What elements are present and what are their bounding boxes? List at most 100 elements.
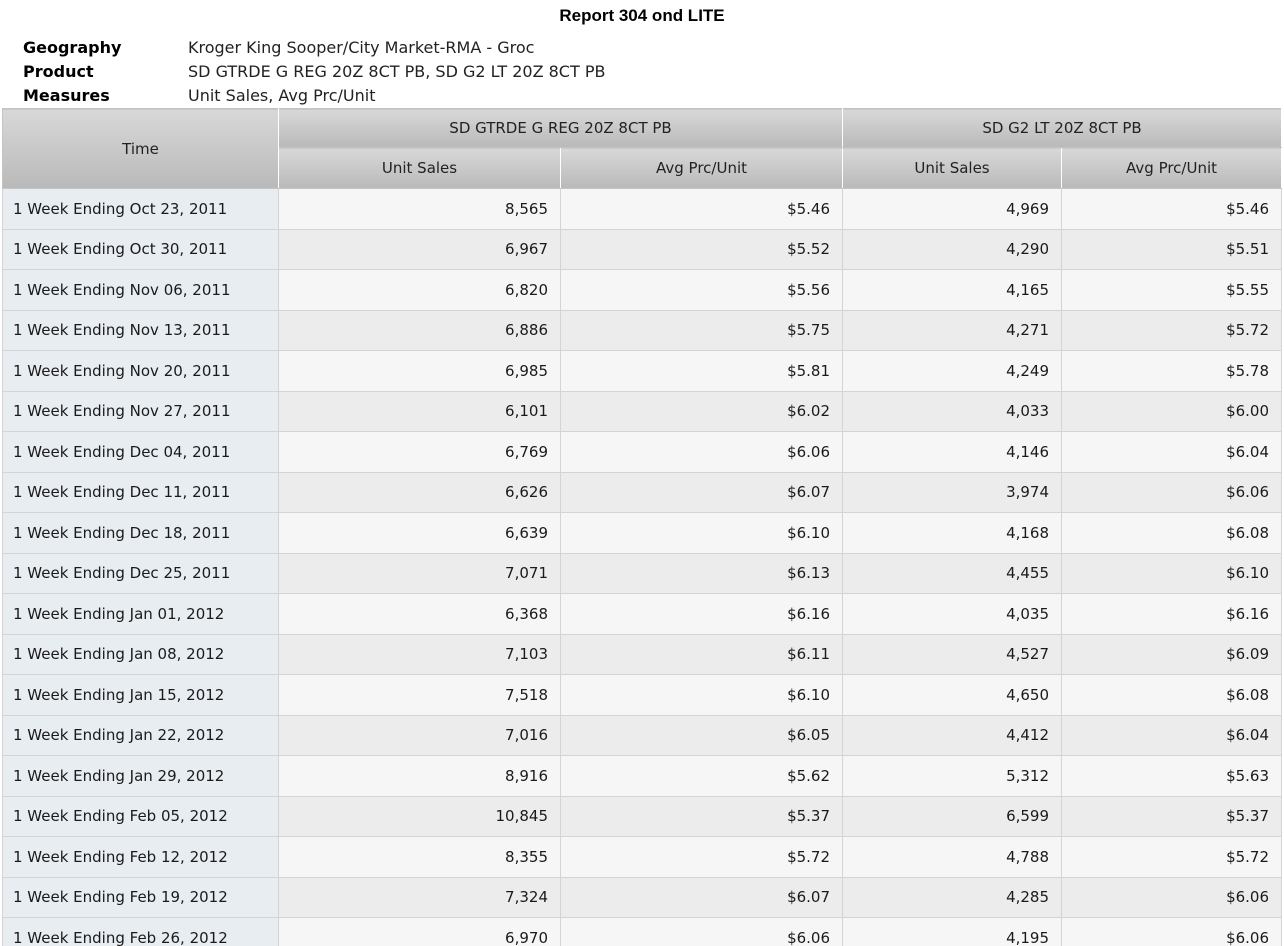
avg-price-cell: $5.52 <box>559 228 844 270</box>
unit-sales-cell: 4,650 <box>842 674 1063 716</box>
avg-price-cell: $6.08 <box>1061 512 1283 554</box>
avg-price-cell: $6.06 <box>559 431 844 473</box>
report-criteria: Geography Kroger King Sooper/City Market… <box>23 36 605 108</box>
criteria-label: Measures <box>23 86 110 105</box>
row-header-time: 1 Week Ending Nov 27, 2011 <box>2 390 279 432</box>
unit-sales-cell: 6,820 <box>278 269 561 311</box>
unit-sales-cell: 7,071 <box>278 552 561 594</box>
unit-sales-cell: 4,249 <box>842 350 1063 392</box>
criteria-measures: Measures Unit Sales, Avg Prc/Unit <box>23 84 605 108</box>
criteria-value: Unit Sales, Avg Prc/Unit <box>188 86 376 105</box>
table-row: 1 Week Ending Dec 25, 2011 7,071 $6.13 4,45… <box>2 552 1283 594</box>
row-header-time: 1 Week Ending Nov 20, 2011 <box>2 350 279 392</box>
unit-sales-cell: 4,146 <box>842 431 1063 473</box>
avg-price-cell: $5.81 <box>559 350 844 392</box>
avg-price-cell: $6.02 <box>559 390 844 432</box>
unit-sales-cell: 4,033 <box>842 390 1063 432</box>
avg-price-cell: $6.05 <box>559 714 844 756</box>
criteria-product: Product SD GTRDE G REG 20Z 8CT PB, SD G2… <box>23 60 605 84</box>
measure-header[interactable]: Avg Prc/Unit <box>559 147 844 189</box>
row-header-time: 1 Week Ending Feb 12, 2012 <box>2 836 279 878</box>
unit-sales-cell: 5,312 <box>842 755 1063 797</box>
table-row: 1 Week Ending Feb 19, 2012 7,324 $6.07 4,28… <box>2 876 1283 918</box>
column-header-time[interactable]: Time <box>2 108 279 189</box>
measure-header[interactable]: Avg Prc/Unit <box>1061 147 1283 189</box>
unit-sales-cell: 7,324 <box>278 876 561 918</box>
unit-sales-cell: 6,769 <box>278 431 561 473</box>
avg-price-cell: $6.10 <box>559 512 844 554</box>
table-row: 1 Week Ending Nov 27, 2011 6,101 $6.02 4,03… <box>2 390 1283 432</box>
avg-price-cell: $6.06 <box>559 917 844 946</box>
criteria-value: Kroger King Sooper/City Market-RMA - Gro… <box>188 38 535 57</box>
row-header-time: 1 Week Ending Jan 01, 2012 <box>2 593 279 635</box>
avg-price-cell: $6.16 <box>559 593 844 635</box>
product-header[interactable]: SD GTRDE G REG 20Z 8CT PB <box>277 108 844 148</box>
measure-header[interactable]: Unit Sales <box>278 147 561 189</box>
avg-price-cell: $6.11 <box>559 633 844 675</box>
table-row: 1 Week Ending Jan 01, 2012 6,368 $6.16 4,03… <box>2 593 1283 635</box>
row-header-time: 1 Week Ending Jan 08, 2012 <box>2 633 279 675</box>
avg-price-cell: $6.08 <box>1061 674 1283 716</box>
product-header[interactable]: SD G2 LT 20Z 8CT PB <box>842 108 1283 148</box>
row-header-time: 1 Week Ending Dec 18, 2011 <box>2 512 279 554</box>
avg-price-cell: $5.56 <box>559 269 844 311</box>
avg-price-cell: $6.06 <box>1061 876 1283 918</box>
avg-price-cell: $5.75 <box>559 309 844 351</box>
unit-sales-cell: 6,967 <box>278 228 561 270</box>
criteria-label: Geography <box>23 38 122 57</box>
avg-price-cell: $5.46 <box>559 188 844 230</box>
avg-price-cell: $5.62 <box>559 755 844 797</box>
avg-price-cell: $6.07 <box>559 471 844 513</box>
unit-sales-cell: 6,886 <box>278 309 561 351</box>
avg-price-cell: $5.78 <box>1061 350 1283 392</box>
unit-sales-cell: 10,845 <box>278 795 561 837</box>
table-row: 1 Week Ending Jan 22, 2012 7,016 $6.05 4,41… <box>2 714 1283 756</box>
table-row: 1 Week Ending Dec 04, 2011 6,769 $6.06 4,14… <box>2 431 1283 473</box>
unit-sales-cell: 4,969 <box>842 188 1063 230</box>
unit-sales-cell: 6,101 <box>278 390 561 432</box>
unit-sales-cell: 4,412 <box>842 714 1063 756</box>
avg-price-cell: $5.46 <box>1061 188 1283 230</box>
grid-body: 1 Week Ending Oct 23, 2011 8,565 $5.46 4,96… <box>2 188 1283 946</box>
avg-price-cell: $5.63 <box>1061 755 1283 797</box>
measure-header[interactable]: Unit Sales <box>842 147 1063 189</box>
unit-sales-cell: 7,103 <box>278 633 561 675</box>
avg-price-cell: $6.10 <box>1061 552 1283 594</box>
row-header-time: 1 Week Ending Dec 11, 2011 <box>2 471 279 513</box>
unit-sales-cell: 3,974 <box>842 471 1063 513</box>
avg-price-cell: $6.04 <box>1061 714 1283 756</box>
unit-sales-cell: 6,626 <box>278 471 561 513</box>
row-header-time: 1 Week Ending Dec 04, 2011 <box>2 431 279 473</box>
unit-sales-cell: 7,518 <box>278 674 561 716</box>
avg-price-cell: $5.72 <box>1061 309 1283 351</box>
row-header-time: 1 Week Ending Nov 13, 2011 <box>2 309 279 351</box>
unit-sales-cell: 4,290 <box>842 228 1063 270</box>
table-row: 1 Week Ending Feb 12, 2012 8,355 $5.72 4,78… <box>2 836 1283 878</box>
table-row: 1 Week Ending Oct 23, 2011 8,565 $5.46 4,96… <box>2 188 1283 230</box>
table-row: 1 Week Ending Nov 20, 2011 6,985 $5.81 4,24… <box>2 350 1283 392</box>
unit-sales-cell: 6,599 <box>842 795 1063 837</box>
row-header-time: 1 Week Ending Jan 15, 2012 <box>2 674 279 716</box>
avg-price-cell: $6.07 <box>559 876 844 918</box>
avg-price-cell: $6.06 <box>1061 917 1283 946</box>
criteria-geography: Geography Kroger King Sooper/City Market… <box>23 36 605 60</box>
unit-sales-cell: 7,016 <box>278 714 561 756</box>
unit-sales-cell: 4,788 <box>842 836 1063 878</box>
row-header-time: 1 Week Ending Feb 05, 2012 <box>2 795 279 837</box>
avg-price-cell: $6.09 <box>1061 633 1283 675</box>
table-row: 1 Week Ending Dec 18, 2011 6,639 $6.10 4,16… <box>2 512 1283 554</box>
unit-sales-cell: 4,195 <box>842 917 1063 946</box>
avg-price-cell: $5.37 <box>559 795 844 837</box>
avg-price-cell: $5.72 <box>1061 836 1283 878</box>
table-row: 1 Week Ending Feb 05, 2012 10,845 $5.37 6,5… <box>2 795 1283 837</box>
row-header-time: 1 Week Ending Feb 19, 2012 <box>2 876 279 918</box>
avg-price-cell: $6.13 <box>559 552 844 594</box>
criteria-value: SD GTRDE G REG 20Z 8CT PB, SD G2 LT 20Z … <box>188 62 606 81</box>
unit-sales-cell: 6,368 <box>278 593 561 635</box>
row-header-time: 1 Week Ending Jan 29, 2012 <box>2 755 279 797</box>
unit-sales-cell: 4,455 <box>842 552 1063 594</box>
avg-price-cell: $5.55 <box>1061 269 1283 311</box>
avg-price-cell: $6.04 <box>1061 431 1283 473</box>
table-row: 1 Week Ending Jan 15, 2012 7,518 $6.10 4,65… <box>2 674 1283 716</box>
row-header-time: 1 Week Ending Oct 23, 2011 <box>2 188 279 230</box>
